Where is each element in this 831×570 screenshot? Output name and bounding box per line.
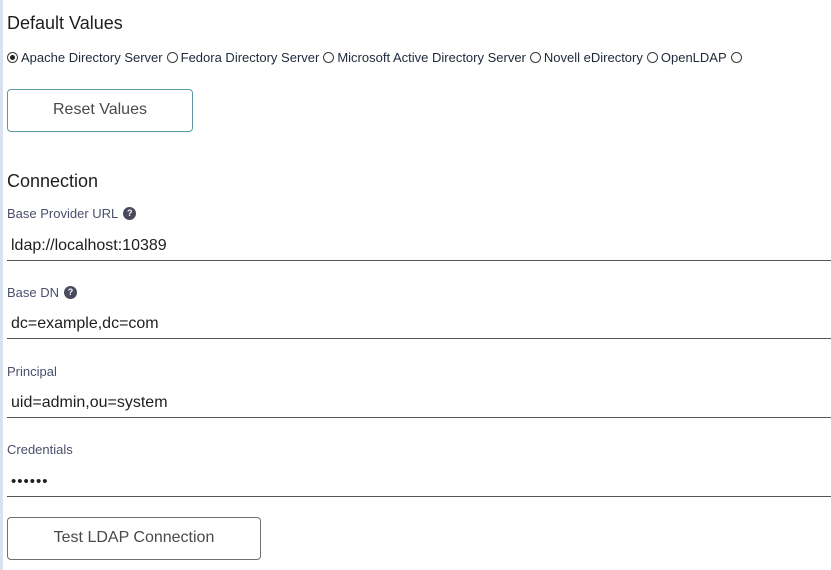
principal-input[interactable]: uid=admin,ou=system [7, 390, 831, 418]
question-circle-icon[interactable]: ? [64, 286, 78, 299]
server-type-radio-group: Apache Directory Server Fedora Directory… [7, 50, 749, 65]
ldap-settings-page: Default Values Apache Directory Server F… [0, 0, 831, 570]
label-text: Base DN [7, 285, 60, 300]
label-text: Base Provider URL [7, 206, 119, 221]
radio-unselected-icon[interactable] [529, 52, 541, 63]
label-text: Principal [7, 364, 57, 379]
connection-title: Connection [7, 171, 99, 191]
radio-unselected-icon[interactable] [646, 52, 658, 63]
test-ldap-connection-button[interactable]: Test LDAP Connection [7, 517, 261, 560]
reset-values-button[interactable]: Reset Values [7, 89, 193, 132]
radio-openldap[interactable]: OpenLDAP [646, 50, 727, 65]
base-provider-url-input[interactable]: ldap://localhost:10389 [7, 233, 831, 261]
default-values-title: Default Values [7, 13, 123, 33]
radio-unselected-icon[interactable] [730, 52, 742, 63]
radio-fedora[interactable]: Fedora Directory Server [166, 50, 320, 65]
credentials-label: Credentials [7, 442, 73, 457]
radio-label: OpenLDAP [660, 50, 727, 65]
radio-next-cut-off[interactable] [730, 52, 745, 63]
base-provider-url-label: Base Provider URL ? [7, 206, 137, 221]
radio-unselected-icon[interactable] [323, 52, 335, 63]
base-dn-input[interactable]: dc=example,dc=com [7, 311, 831, 339]
base-dn-label: Base DN ? [7, 285, 78, 300]
radio-selected-icon[interactable] [7, 52, 18, 63]
radio-label: Fedora Directory Server [180, 50, 320, 65]
radio-label: Microsoft Active Directory Server [337, 50, 526, 65]
radio-unselected-icon[interactable] [166, 52, 178, 63]
principal-label: Principal [7, 364, 57, 379]
radio-apache[interactable]: Apache Directory Server [7, 50, 163, 65]
label-text: Credentials [7, 442, 73, 457]
radio-label: Novell eDirectory [543, 50, 643, 65]
credentials-password-input[interactable]: •••••• [7, 469, 831, 497]
question-circle-icon[interactable]: ? [123, 207, 137, 220]
radio-novell[interactable]: Novell eDirectory [529, 50, 643, 65]
radio-microsoft-ad[interactable]: Microsoft Active Directory Server [323, 50, 526, 65]
radio-label: Apache Directory Server [21, 50, 163, 65]
left-edge-strip [0, 0, 3, 570]
